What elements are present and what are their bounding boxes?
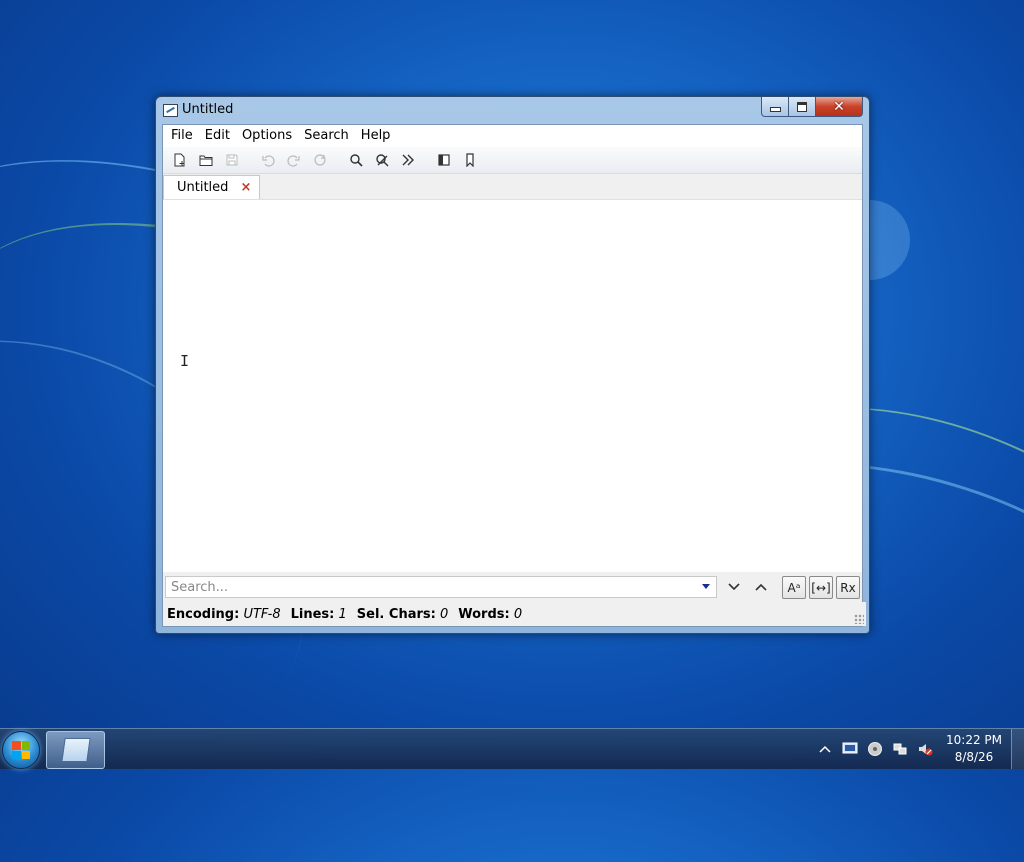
tab-bar: Untitled × bbox=[163, 174, 862, 200]
find-next-button[interactable] bbox=[724, 577, 744, 597]
menu-options[interactable]: Options bbox=[236, 125, 298, 147]
find-replace-icon bbox=[376, 154, 389, 167]
redo-all-button[interactable] bbox=[309, 149, 331, 171]
chevron-up-icon bbox=[819, 745, 831, 753]
find-icon bbox=[350, 154, 363, 167]
sidebar-toggle-button[interactable] bbox=[433, 149, 455, 171]
tab-untitled[interactable]: Untitled × bbox=[163, 175, 260, 199]
redo-button[interactable] bbox=[283, 149, 305, 171]
menu-help[interactable]: Help bbox=[355, 125, 397, 147]
menu-bar: File Edit Options Search Help bbox=[163, 125, 862, 147]
windows-logo-icon bbox=[12, 741, 30, 759]
menu-search[interactable]: Search bbox=[298, 125, 355, 147]
save-button[interactable] bbox=[221, 149, 243, 171]
toolbar bbox=[163, 147, 862, 174]
maximize-icon bbox=[797, 101, 807, 112]
close-icon: ✕ bbox=[833, 98, 845, 115]
search-bar: Aᵃ [↔] Rx bbox=[163, 572, 862, 602]
match-case-button[interactable]: Aᵃ bbox=[782, 576, 806, 599]
bookmark-button[interactable] bbox=[459, 149, 481, 171]
open-file-button[interactable] bbox=[195, 149, 217, 171]
status-sel-chars: Sel. Chars: 0 bbox=[356, 606, 449, 622]
status-lines: Lines: 1 bbox=[290, 606, 347, 622]
undo-icon bbox=[262, 155, 275, 167]
chevron-down-icon bbox=[728, 583, 740, 591]
status-encoding: Encoding: UTF-8 bbox=[167, 606, 281, 622]
minimize-button[interactable] bbox=[761, 97, 789, 117]
clock[interactable]: 10:22 PM 8/8/26 bbox=[946, 732, 1002, 766]
new-file-icon bbox=[174, 153, 185, 167]
minimize-icon bbox=[769, 107, 781, 112]
find-button[interactable] bbox=[345, 149, 367, 171]
window-title: Untitled bbox=[182, 102, 234, 117]
editor-window: Untitled ✕ File Edit Options Search Help bbox=[155, 96, 870, 634]
tab-close-icon[interactable]: × bbox=[240, 180, 251, 195]
system-tray: 10:22 PM 8/8/26 bbox=[809, 729, 1002, 769]
search-history-dropdown-icon[interactable] bbox=[702, 584, 710, 589]
bookmark-icon bbox=[466, 153, 474, 167]
client-area: File Edit Options Search Help Untitled ×… bbox=[162, 124, 866, 627]
taskbar: 10:22 PM 8/8/26 bbox=[0, 728, 1024, 769]
clock-date: 8/8/26 bbox=[954, 750, 994, 764]
save-icon bbox=[226, 154, 238, 166]
maximize-button[interactable] bbox=[788, 97, 816, 117]
notepad-icon bbox=[60, 738, 91, 762]
menu-file[interactable]: File bbox=[165, 125, 199, 147]
clock-time: 10:22 PM bbox=[946, 733, 1002, 747]
show-desktop-button[interactable] bbox=[1011, 729, 1024, 769]
title-bar[interactable]: Untitled ✕ bbox=[156, 97, 869, 123]
status-bar: Encoding: UTF-8 Lines: 1 Sel. Chars: 0 W… bbox=[163, 602, 866, 626]
volume-muted-icon[interactable] bbox=[916, 740, 934, 758]
ibeam-cursor-icon: I bbox=[180, 352, 190, 370]
open-folder-icon bbox=[199, 155, 213, 166]
close-button[interactable]: ✕ bbox=[815, 97, 863, 117]
search-input[interactable] bbox=[166, 577, 696, 597]
new-file-button[interactable] bbox=[169, 149, 191, 171]
menu-edit[interactable]: Edit bbox=[199, 125, 236, 147]
taskbar-app-editor[interactable] bbox=[46, 731, 105, 769]
tab-label: Untitled bbox=[177, 180, 229, 195]
redo-all-icon bbox=[314, 154, 326, 166]
redo-icon bbox=[287, 155, 300, 167]
status-words: Words: 0 bbox=[458, 606, 523, 622]
text-editor[interactable]: I bbox=[163, 200, 862, 572]
disc-drive-icon[interactable] bbox=[866, 740, 884, 758]
sidebar-toggle-icon bbox=[438, 154, 450, 166]
show-hidden-icons-button[interactable] bbox=[816, 740, 834, 758]
whole-word-button[interactable]: [↔] bbox=[809, 576, 833, 599]
network-icon[interactable] bbox=[891, 740, 909, 758]
more-icon bbox=[402, 154, 414, 166]
search-combobox[interactable] bbox=[165, 576, 717, 598]
chevron-up-icon bbox=[755, 583, 767, 591]
start-button[interactable] bbox=[2, 731, 40, 769]
undo-button[interactable] bbox=[257, 149, 279, 171]
find-previous-button[interactable] bbox=[751, 577, 771, 597]
action-center-icon[interactable] bbox=[841, 740, 859, 758]
app-icon bbox=[163, 104, 178, 117]
more-button[interactable] bbox=[397, 149, 419, 171]
regex-button[interactable]: Rx bbox=[836, 576, 860, 599]
resize-grip[interactable] bbox=[854, 614, 864, 624]
find-replace-button[interactable] bbox=[371, 149, 393, 171]
